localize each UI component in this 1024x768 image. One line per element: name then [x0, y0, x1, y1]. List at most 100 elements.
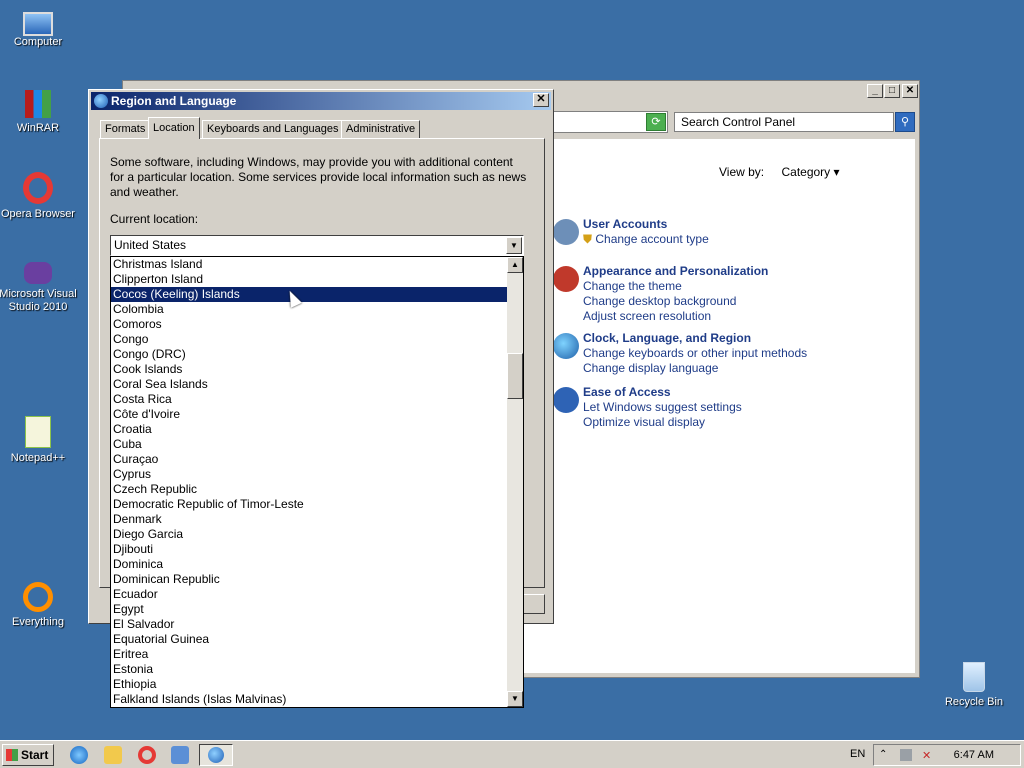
category-title[interactable]: Ease of Access — [583, 385, 742, 400]
tab-keyboards-languages[interactable]: Keyboards and Languages — [202, 120, 344, 138]
desktop-icon-notepadpp[interactable]: Notepad++ — [0, 416, 78, 465]
tab-location[interactable]: Location — [148, 117, 200, 139]
chevron-up-icon[interactable]: ⌃ — [879, 749, 891, 761]
everything-icon — [23, 582, 53, 612]
tab-administrative[interactable]: Administrative — [341, 120, 421, 138]
location-list-item[interactable]: El Salvador — [111, 617, 507, 632]
category-link[interactable]: ⛊ Change account type — [583, 232, 709, 247]
location-list-item[interactable]: Curaçao — [111, 452, 507, 467]
region-dialog-taskbar-button[interactable] — [199, 744, 233, 766]
appearance-icon — [553, 266, 579, 292]
current-location-select[interactable]: United States ▼ — [110, 235, 524, 256]
location-list-item[interactable]: Cuba — [111, 437, 507, 452]
location-list-item[interactable]: Costa Rica — [111, 392, 507, 407]
current-location-value: United States — [114, 238, 187, 252]
scroll-up-button[interactable]: ▲ — [507, 257, 523, 273]
desktop-icon-computer[interactable]: Computer — [0, 8, 78, 49]
ease-of-access-icon — [553, 387, 579, 413]
location-description: Some software, including Windows, may pr… — [110, 155, 527, 199]
location-list-item[interactable]: Dominica — [111, 557, 507, 572]
dialog-titlebar: Region and Language — [91, 92, 551, 110]
volume-muted-icon[interactable]: ✕ — [922, 749, 934, 762]
category-link[interactable]: Adjust screen resolution — [583, 309, 768, 324]
maximize-button[interactable]: □ — [884, 84, 900, 98]
network-icon[interactable] — [900, 749, 912, 761]
category-link[interactable]: Change the theme — [583, 279, 768, 294]
category-title[interactable]: User Accounts — [583, 217, 709, 232]
refresh-button[interactable]: ⟳ — [646, 113, 666, 131]
desktop-icon-label: Notepad++ — [10, 452, 66, 464]
location-list-item[interactable]: Democratic Republic of Timor-Leste — [111, 497, 507, 512]
user-accounts-icon — [553, 219, 579, 245]
location-list-item[interactable]: Estonia — [111, 662, 507, 677]
minimize-button[interactable]: _ — [867, 84, 883, 98]
location-list-item[interactable]: Czech Republic — [111, 482, 507, 497]
location-list-item[interactable]: Croatia — [111, 422, 507, 437]
category-link[interactable]: Let Windows suggest settings — [583, 400, 742, 415]
desktop-icon-recycle-bin[interactable]: Recycle Bin — [934, 662, 1014, 709]
location-list-item[interactable]: Congo (DRC) — [111, 347, 507, 362]
desktop-icon-opera[interactable]: Opera Browser — [0, 172, 78, 221]
control-panel-taskbar-icon[interactable] — [171, 746, 189, 764]
shield-icon: ⛊ — [583, 232, 593, 246]
location-list-item[interactable]: Colombia — [111, 302, 507, 317]
scrollbar[interactable]: ▲ ▼ — [507, 257, 523, 707]
desktop-icon-winrar[interactable]: WinRAR — [0, 90, 78, 135]
location-list-item[interactable]: Equatorial Guinea — [111, 632, 507, 647]
category-link[interactable]: Change display language — [583, 361, 807, 376]
search-input[interactable]: Search Control Panel — [674, 112, 894, 132]
view-by: View by: Category ▾ — [719, 165, 840, 179]
start-button[interactable]: Start — [2, 744, 54, 766]
category-title[interactable]: Appearance and Personalization — [583, 264, 768, 279]
globe-icon — [208, 747, 224, 763]
scroll-down-button[interactable]: ▼ — [507, 691, 523, 707]
category-link[interactable]: Optimize visual display — [583, 415, 742, 430]
visual-studio-icon — [24, 262, 52, 284]
category-title[interactable]: Clock, Language, and Region — [583, 331, 807, 346]
location-list-item[interactable]: Comoros — [111, 317, 507, 332]
explorer-icon[interactable] — [104, 746, 122, 764]
location-list-item[interactable]: Congo — [111, 332, 507, 347]
category-ease-of-access: Ease of Access Let Windows suggest setti… — [553, 385, 742, 430]
location-list-item[interactable]: Ecuador — [111, 587, 507, 602]
location-list-item[interactable]: Cyprus — [111, 467, 507, 482]
system-tray: ⌃ ✕ 6:47 AM — [873, 744, 1021, 766]
chevron-down-icon[interactable]: ▼ — [506, 237, 522, 254]
location-list-item[interactable]: Egypt — [111, 602, 507, 617]
desktop-icon-label: Recycle Bin — [944, 696, 1004, 708]
category-link[interactable]: Change keyboards or other input methods — [583, 346, 807, 361]
scroll-thumb[interactable] — [507, 353, 523, 399]
desktop-icon-visual-studio[interactable]: Microsoft Visual Studio 2010 — [0, 262, 78, 314]
location-list-item[interactable]: Cook Islands — [111, 362, 507, 377]
location-list-item[interactable]: Côte d'Ivoire — [111, 407, 507, 422]
location-dropdown-list[interactable]: Christmas Island Clipperton Island Cocos (… — [110, 256, 524, 708]
desktop-icon-label: Opera Browser — [1, 208, 75, 220]
current-location-label: Current location: — [110, 212, 199, 226]
computer-icon — [23, 12, 53, 36]
location-list-item[interactable]: Diego Garcia — [111, 527, 507, 542]
location-list-item[interactable]: Coral Sea Islands — [111, 377, 507, 392]
ie-icon[interactable] — [70, 746, 88, 764]
desktop-icon-everything[interactable]: Everything — [0, 582, 78, 629]
location-list-item[interactable]: Dominican Republic — [111, 572, 507, 587]
close-button[interactable]: ✕ — [533, 93, 549, 107]
winrar-icon — [25, 90, 51, 118]
location-list-item[interactable]: Djibouti — [111, 542, 507, 557]
view-by-dropdown[interactable]: Category ▾ — [781, 165, 839, 179]
location-list-item[interactable]: Ethiopia — [111, 677, 507, 692]
tab-formats[interactable]: Formats — [100, 120, 151, 138]
desktop-icon-label: Everything — [12, 616, 64, 628]
location-list-item[interactable]: Denmark — [111, 512, 507, 527]
desktop-icon-label: Microsoft Visual Studio 2010 — [0, 288, 77, 313]
opera-taskbar-icon[interactable] — [138, 746, 156, 764]
location-list-item[interactable]: Christmas Island — [111, 257, 507, 272]
search-icon[interactable]: ⚲ — [895, 112, 915, 132]
location-list-item[interactable]: Eritrea — [111, 647, 507, 662]
location-list-item[interactable]: Falkland Islands (Islas Malvinas) — [111, 692, 507, 707]
location-list-item[interactable]: Cocos (Keeling) Islands — [111, 287, 507, 302]
language-indicator[interactable]: EN — [850, 748, 865, 760]
close-button[interactable]: ✕ — [902, 84, 918, 98]
category-link[interactable]: Change desktop background — [583, 294, 768, 309]
location-list-item[interactable]: Clipperton Island — [111, 272, 507, 287]
clock[interactable]: 6:47 AM — [954, 749, 994, 761]
